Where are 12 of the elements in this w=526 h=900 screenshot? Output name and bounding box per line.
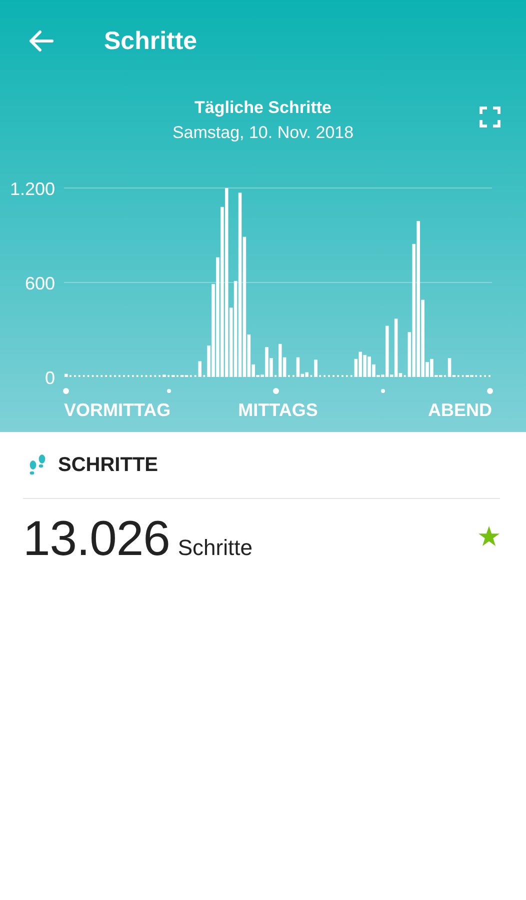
step-unit: Schritte <box>178 535 252 561</box>
x-axis-label: VORMITTAG <box>64 400 171 420</box>
step-count: 13.026 <box>23 511 170 567</box>
x-axis-label: MITTAGS <box>238 400 318 420</box>
chart-title: Tägliche Schritte <box>194 97 332 119</box>
x-axis-label: ABEND <box>428 400 492 420</box>
section-title: SCHRITTE <box>58 454 158 476</box>
y-axis-label: 0 <box>44 368 55 388</box>
screen-title: Schritte <box>104 26 198 56</box>
y-axis-label: 600 <box>24 274 55 294</box>
y-axis-label: 1.200 <box>10 179 55 199</box>
chart-date: Samstag, 10. Nov. 2018 <box>172 122 354 144</box>
